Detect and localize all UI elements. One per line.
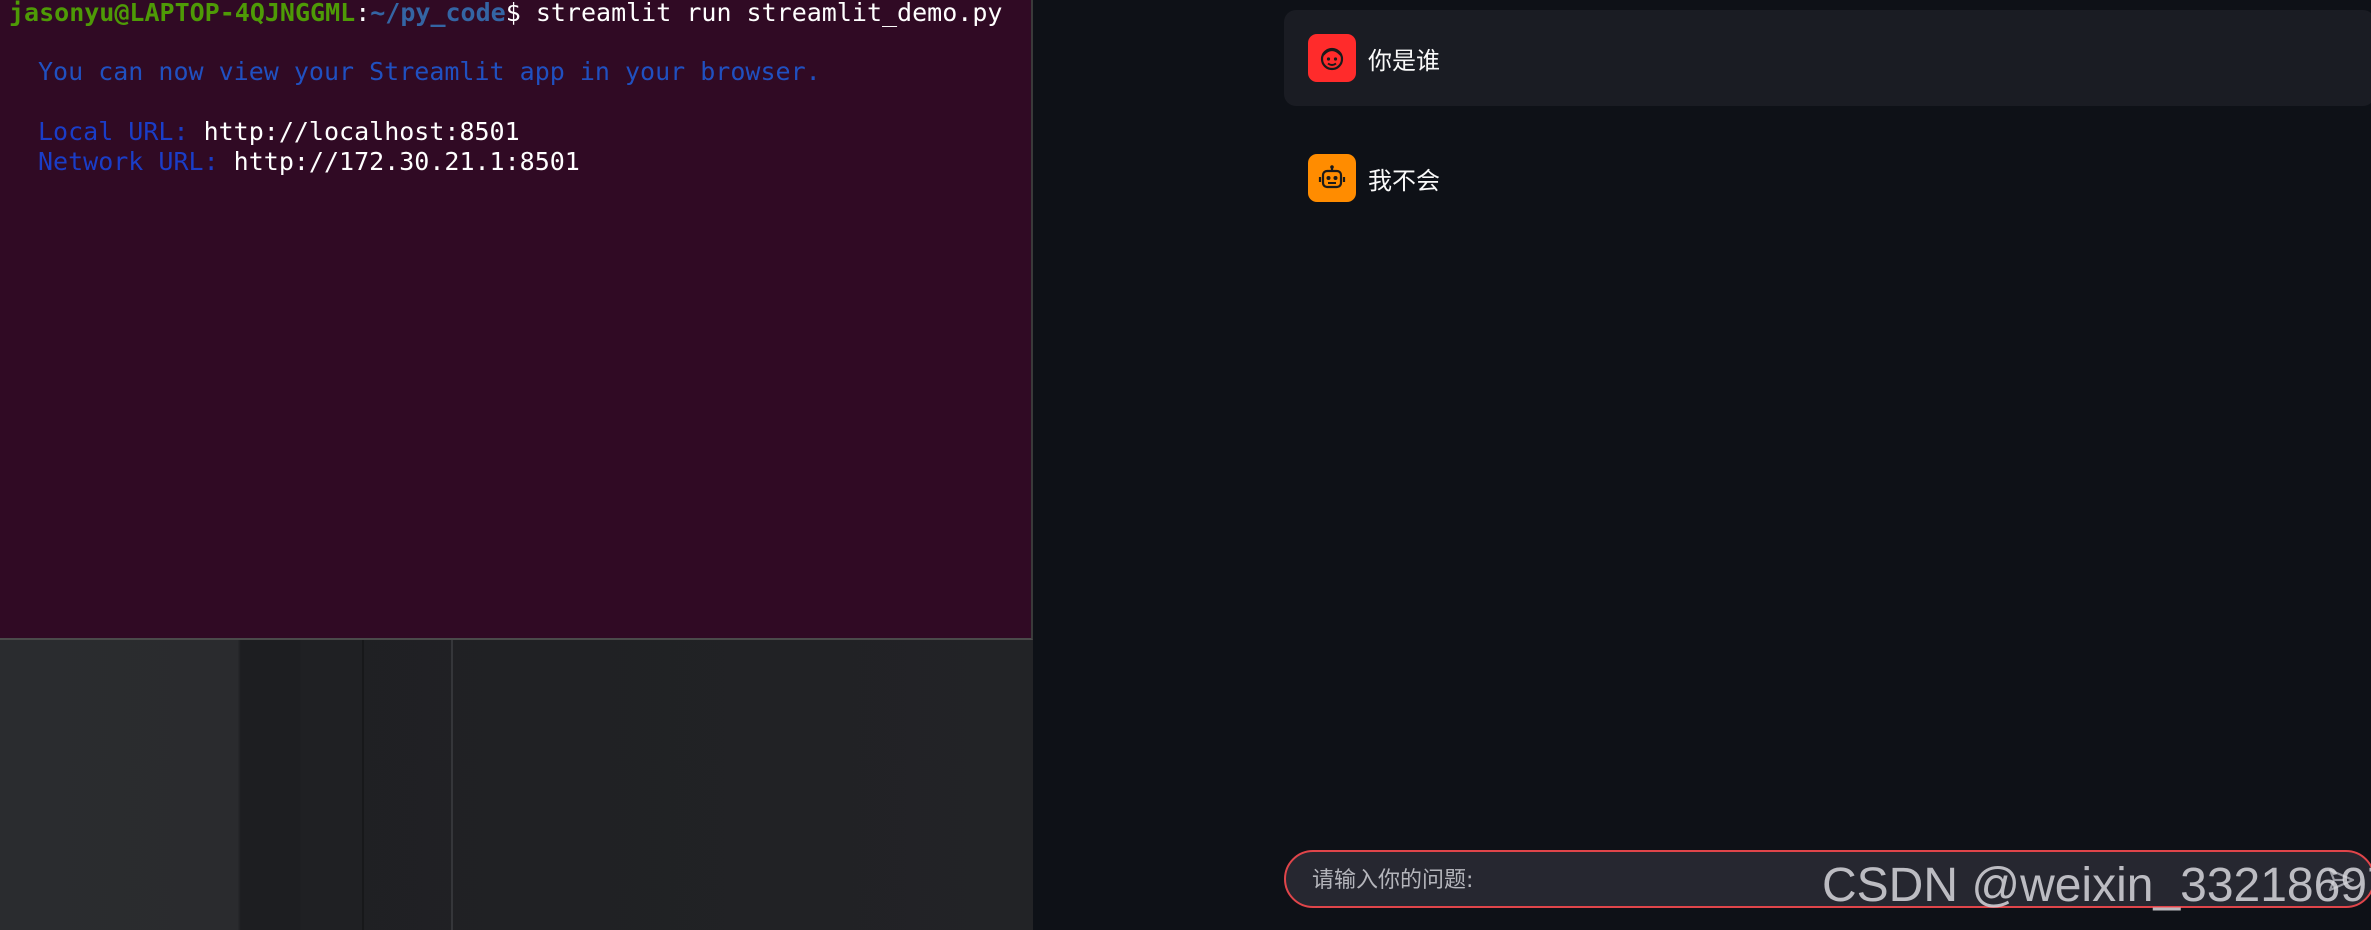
send-button[interactable] [2323,862,2359,898]
chat-message-assistant: 我不会 [1284,130,2371,226]
prompt-symbol: $ [505,0,536,27]
terminal-command: streamlit run streamlit_demo.py [535,0,1003,27]
prompt-separator: : [355,0,371,27]
network-url-value[interactable]: http://172.30.21.1:8501 [234,147,580,176]
terminal-network-url-line: Network URL: http://172.30.21.1:8501 [38,147,580,177]
window-divider [362,640,364,930]
chat-message-user: 你是谁 [1284,10,2371,106]
streamlit-app: 你是谁 我不会 [1035,0,2371,930]
chat-input-container[interactable] [1284,850,2371,908]
prompt-path: ~/py_code [370,0,506,27]
terminal-window[interactable]: jasonyu@LAPTOP-4QJNGGML:~/py_code$ strea… [0,0,1033,640]
terminal-local-url-line: Local URL: http://localhost:8501 [38,117,520,147]
local-url-label: Local URL: [38,117,204,146]
network-url-label: Network URL: [38,147,234,176]
robot-icon [1318,165,1346,189]
user-avatar [1308,34,1356,82]
assistant-avatar [1308,154,1356,202]
terminal-info-message: You can now view your Streamlit app in y… [38,57,821,86]
chat-input-field[interactable] [1310,852,2274,908]
chat-message-text: 我不会 [1368,166,1440,195]
user-face-icon [1320,47,1344,71]
prompt-user: jasonyu@LAPTOP-4QJNGGML [9,0,356,27]
window-divider [451,640,453,930]
terminal-command-line: jasonyu@LAPTOP-4QJNGGML:~/py_code$ strea… [9,0,1002,28]
local-url-value[interactable]: http://localhost:8501 [204,117,520,146]
send-arrow-icon [2328,868,2355,892]
chat-message-text: 你是谁 [1368,46,1440,75]
desktop-background [0,640,1033,930]
